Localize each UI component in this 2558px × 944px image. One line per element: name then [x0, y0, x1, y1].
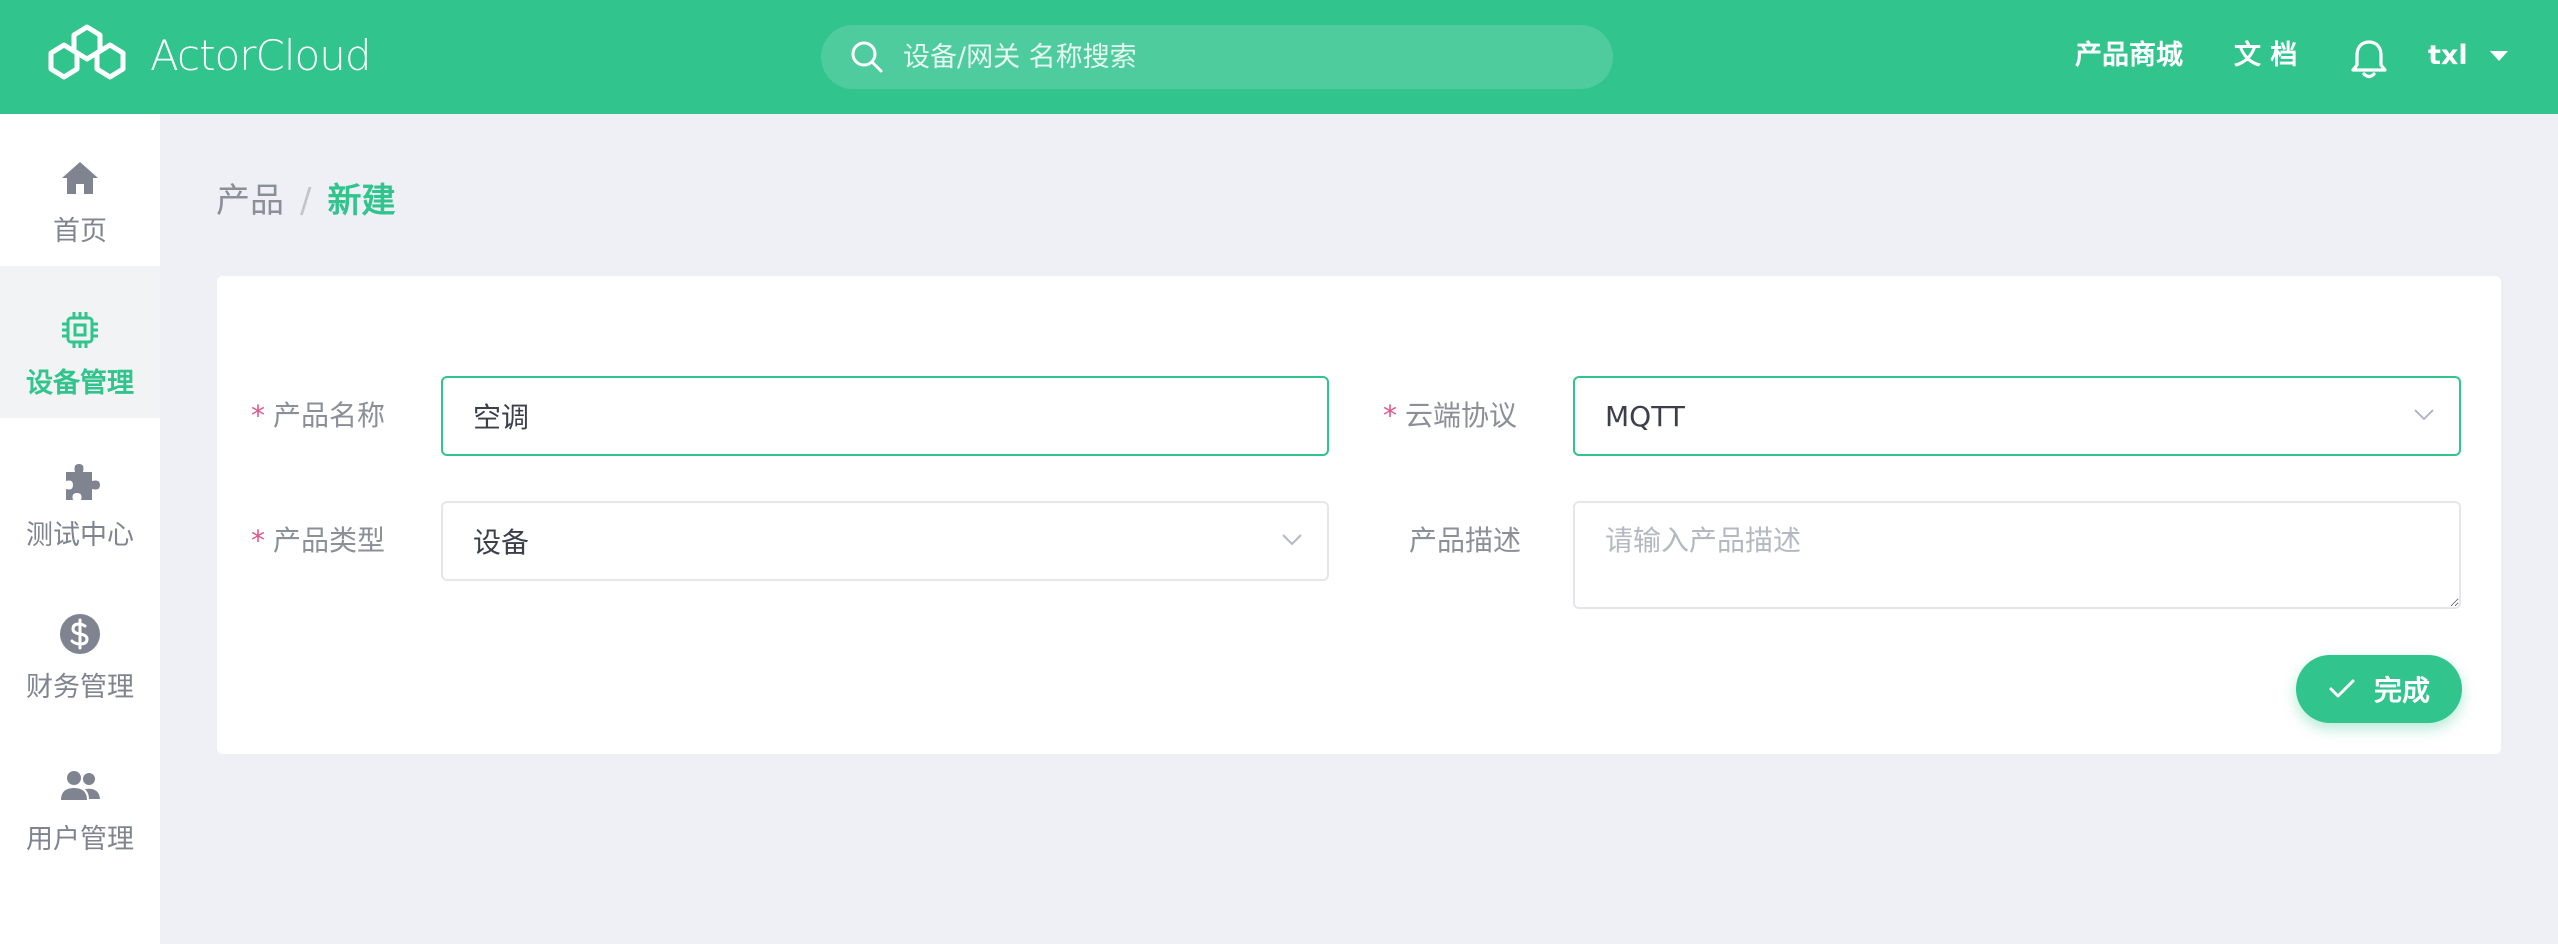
users-icon: [61, 771, 100, 800]
sidebar-item-label: 首页: [53, 216, 107, 247]
chevron-down-icon: [1282, 534, 1302, 546]
required-mark: *: [251, 524, 265, 557]
chip-icon: [62, 312, 98, 348]
puzzle-icon: [66, 464, 100, 500]
breadcrumb-separator: /: [300, 181, 312, 221]
cloud-protocol-label: * 云端协议: [1383, 399, 1518, 432]
search-bar[interactable]: [821, 25, 1613, 89]
dollar-icon: [60, 614, 100, 654]
cloud-protocol-value: MQTT: [1605, 399, 1685, 433]
sidebar-item-test-center[interactable]: 测试中心: [0, 418, 160, 570]
caret-down-icon: [2489, 51, 2508, 61]
complete-button[interactable]: 完成: [2296, 655, 2462, 723]
chevron-down-icon: [2414, 409, 2434, 421]
product-type-label: * 产品类型: [251, 524, 386, 557]
sidebar-item-label: 设备管理: [26, 368, 134, 399]
breadcrumb-parent[interactable]: 产品: [216, 178, 284, 224]
sidebar: 首页 设备管理 测试中心 财务管理 用户管理: [0, 114, 160, 944]
cloud-protocol-select[interactable]: MQTT: [1573, 376, 2461, 456]
product-desc-label: 产品描述: [1409, 524, 1522, 557]
sidebar-item-device-management[interactable]: 设备管理: [0, 266, 160, 418]
product-form-card: *产品名称 *云端协议 MQTT *产品类型 设备 产品描述: [217, 276, 2501, 754]
product-desc-textarea[interactable]: [1573, 501, 2461, 609]
sidebar-item-label: 测试中心: [26, 520, 134, 551]
brand-name: ActorCloud: [150, 31, 371, 80]
product-name-input[interactable]: [441, 376, 1329, 456]
logo[interactable]: ActorCloud: [38, 20, 371, 92]
product-type-select[interactable]: 设备: [441, 501, 1329, 581]
required-mark: *: [251, 399, 265, 432]
sidebar-item-finance[interactable]: 财务管理: [0, 570, 160, 722]
search-input[interactable]: [903, 41, 1503, 73]
user-menu[interactable]: txl: [2428, 36, 2508, 76]
sidebar-item-label: 财务管理: [26, 672, 134, 703]
product-name-label: * 产品名称: [251, 399, 386, 432]
home-icon: [62, 162, 98, 194]
user-name: txl: [2428, 40, 2468, 71]
bell-icon[interactable]: [2350, 38, 2388, 80]
nav-docs[interactable]: 文 档: [2234, 36, 2297, 76]
top-header: ActorCloud 产品商城 文 档 txl: [0, 0, 2558, 114]
hexagon-logo-icon: [48, 24, 126, 80]
sidebar-item-label: 用户管理: [26, 824, 134, 855]
breadcrumb-current: 新建: [327, 181, 396, 221]
nav-product-mall[interactable]: 产品商城: [2075, 36, 2183, 76]
sidebar-item-home[interactable]: 首页: [0, 114, 160, 266]
product-type-value: 设备: [473, 526, 530, 559]
complete-button-label: 完成: [2373, 674, 2430, 707]
sidebar-item-user-management[interactable]: 用户管理: [0, 722, 160, 874]
breadcrumb: 产品 / 新建: [216, 178, 395, 224]
check-icon: [2329, 679, 2355, 698]
required-mark: *: [1383, 399, 1397, 432]
search-icon: [851, 41, 883, 73]
